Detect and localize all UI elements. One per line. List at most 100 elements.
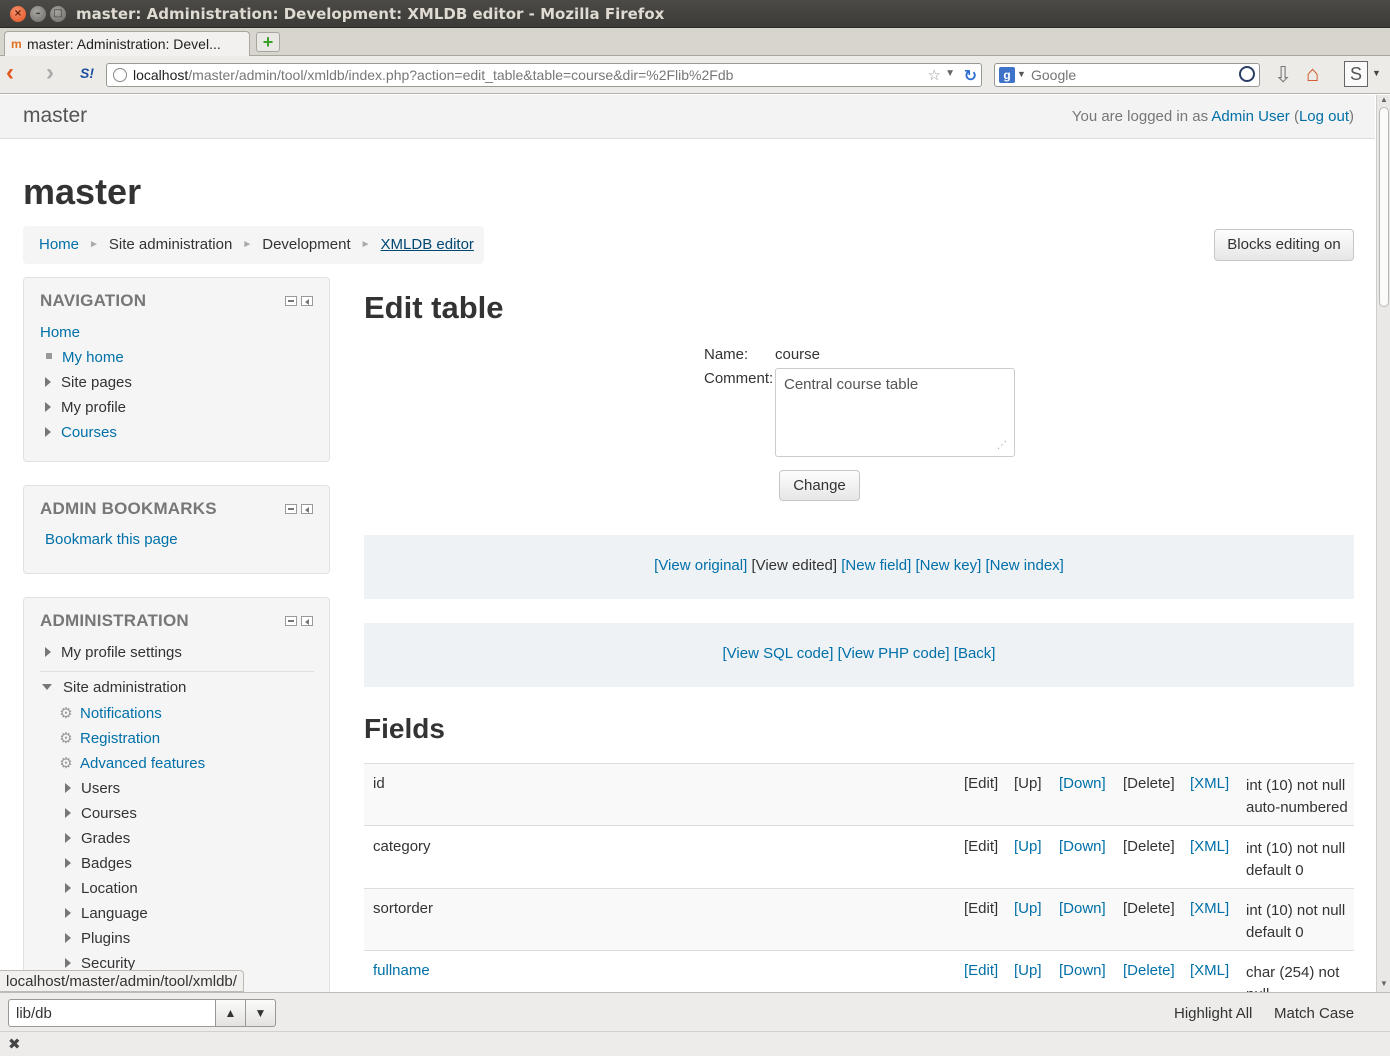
- hide-block-icon[interactable]: [285, 616, 297, 626]
- field-up-link[interactable]: [Up]: [1014, 900, 1042, 917]
- expand-arrow-icon[interactable]: [65, 958, 71, 968]
- extension-dropdown-icon[interactable]: ▼: [1372, 68, 1381, 78]
- page-scrollbar[interactable]: ▲ ▼: [1376, 95, 1390, 992]
- admin-site-administration[interactable]: Site administration: [63, 679, 186, 696]
- admin-grades[interactable]: Grades: [81, 830, 130, 847]
- nav-courses[interactable]: Courses: [61, 424, 117, 441]
- match-case-button[interactable]: Match Case: [1274, 1005, 1354, 1022]
- view-original-link[interactable]: [View original]: [654, 557, 747, 574]
- scroll-up-icon[interactable]: ▲: [1380, 95, 1388, 104]
- dock-block-icon[interactable]: [301, 504, 313, 514]
- url-dropdown-icon[interactable]: ▼: [945, 68, 955, 79]
- admin-plugins[interactable]: Plugins: [81, 930, 130, 947]
- blocks-editing-button[interactable]: Blocks editing on: [1214, 229, 1354, 261]
- resize-grip-icon[interactable]: ⋰: [997, 440, 1007, 451]
- back-icon[interactable]: ‹: [6, 61, 30, 86]
- url-text[interactable]: localhost/master/admin/tool/xmldb/index.…: [133, 67, 733, 83]
- admin-notifications[interactable]: Notifications: [80, 705, 162, 722]
- new-key-link[interactable]: [New key]: [915, 557, 981, 574]
- field-edit-link[interactable]: [Edit]: [964, 962, 998, 979]
- view-php-code-link[interactable]: [View PHP code]: [838, 645, 950, 662]
- expand-arrow-icon[interactable]: [45, 647, 51, 657]
- field-down-link[interactable]: [Down]: [1059, 900, 1106, 917]
- reload-icon[interactable]: ↻: [964, 66, 977, 86]
- breadcrumb-xmldb-editor[interactable]: XMLDB editor: [381, 236, 474, 253]
- brand-link[interactable]: master: [23, 104, 87, 128]
- admin-courses[interactable]: Courses: [81, 805, 137, 822]
- back-link[interactable]: [Back]: [954, 645, 996, 662]
- search-input[interactable]: [1031, 67, 1231, 83]
- expand-arrow-icon[interactable]: [65, 858, 71, 868]
- home-icon[interactable]: ⌂: [1306, 61, 1319, 87]
- nav-my-home[interactable]: My home: [62, 349, 124, 366]
- view-sql-code-link[interactable]: [View SQL code]: [723, 645, 834, 662]
- new-field-link[interactable]: [New field]: [841, 557, 911, 574]
- downloads-icon[interactable]: ⇩: [1274, 62, 1292, 88]
- window-maximize-icon[interactable]: □: [50, 6, 66, 22]
- url-bar[interactable]: localhost/master/admin/tool/xmldb/index.…: [106, 63, 982, 87]
- field-xml-link[interactable]: [XML]: [1190, 962, 1229, 979]
- scrollbar-thumb[interactable]: [1379, 107, 1389, 307]
- expand-arrow-icon[interactable]: [65, 883, 71, 893]
- new-tab-icon[interactable]: +: [256, 32, 280, 52]
- expand-arrow-icon[interactable]: [65, 933, 71, 943]
- admin-my-profile-settings[interactable]: My profile settings: [61, 644, 182, 661]
- field-name-link[interactable]: fullname: [373, 962, 430, 979]
- dock-block-icon[interactable]: [301, 616, 313, 626]
- find-input[interactable]: [8, 999, 216, 1027]
- expand-arrow-icon[interactable]: [45, 402, 51, 412]
- logout-link[interactable]: Log out: [1299, 108, 1349, 125]
- field-down-link[interactable]: [Down]: [1059, 838, 1106, 855]
- hide-block-icon[interactable]: [285, 504, 297, 514]
- browser-tab[interactable]: m master: Administration: Devel...: [4, 31, 250, 57]
- collapse-arrow-icon[interactable]: [42, 684, 52, 690]
- field-up-link[interactable]: [Up]: [1014, 838, 1042, 855]
- engine-dropdown-icon[interactable]: ▼: [1017, 69, 1026, 79]
- window-minimize-icon[interactable]: –: [30, 6, 46, 22]
- extension-icon[interactable]: S: [1344, 61, 1368, 87]
- close-icon[interactable]: ✖: [8, 1035, 21, 1053]
- scroll-down-icon[interactable]: ▼: [1380, 979, 1388, 988]
- expand-arrow-icon[interactable]: [65, 908, 71, 918]
- nav-my-profile[interactable]: My profile: [61, 399, 126, 416]
- window-close-icon[interactable]: ×: [10, 6, 26, 22]
- comment-textarea[interactable]: Central course table: [775, 368, 1015, 457]
- admin-registration[interactable]: Registration: [80, 730, 160, 747]
- admin-users[interactable]: Users: [81, 780, 120, 797]
- google-engine-icon[interactable]: g: [999, 67, 1015, 83]
- admin-badges[interactable]: Badges: [81, 855, 132, 872]
- field-down-link[interactable]: [Down]: [1059, 962, 1106, 979]
- field-xml-link[interactable]: [XML]: [1190, 900, 1229, 917]
- highlight-all-button[interactable]: Highlight All: [1174, 1005, 1252, 1022]
- search-icon[interactable]: [1239, 66, 1255, 82]
- field-xml-link[interactable]: [XML]: [1190, 775, 1229, 792]
- site-identity-icon[interactable]: [113, 68, 127, 82]
- bookmark-star-icon[interactable]: ☆: [928, 66, 941, 84]
- nav-site-pages[interactable]: Site pages: [61, 374, 132, 391]
- admin-language[interactable]: Language: [81, 905, 148, 922]
- bookmark-this-page-link[interactable]: Bookmark this page: [45, 531, 178, 548]
- forward-icon[interactable]: ›: [46, 61, 66, 86]
- field-delete-link[interactable]: [Delete]: [1123, 962, 1175, 979]
- admin-advanced-features[interactable]: Advanced features: [80, 755, 205, 772]
- admin-location[interactable]: Location: [81, 880, 138, 897]
- expand-arrow-icon[interactable]: [45, 427, 51, 437]
- search-bar[interactable]: g ▼: [994, 63, 1260, 87]
- dock-block-icon[interactable]: [301, 296, 313, 306]
- expand-arrow-icon[interactable]: [65, 833, 71, 843]
- expand-arrow-icon[interactable]: [65, 783, 71, 793]
- breadcrumb-home[interactable]: Home: [39, 236, 79, 253]
- addon-s-icon[interactable]: S!: [80, 65, 94, 81]
- field-xml-link[interactable]: [XML]: [1190, 838, 1229, 855]
- change-button[interactable]: Change: [779, 470, 860, 501]
- expand-arrow-icon[interactable]: [65, 808, 71, 818]
- nav-home[interactable]: Home: [40, 324, 80, 341]
- user-link[interactable]: Admin User: [1211, 108, 1289, 125]
- field-up-link[interactable]: [Up]: [1014, 962, 1042, 979]
- field-down-link[interactable]: [Down]: [1059, 775, 1106, 792]
- find-previous-button[interactable]: ▲: [215, 999, 246, 1027]
- find-next-button[interactable]: ▼: [245, 999, 276, 1027]
- new-index-link[interactable]: [New index]: [985, 557, 1063, 574]
- hide-block-icon[interactable]: [285, 296, 297, 306]
- expand-arrow-icon[interactable]: [45, 377, 51, 387]
